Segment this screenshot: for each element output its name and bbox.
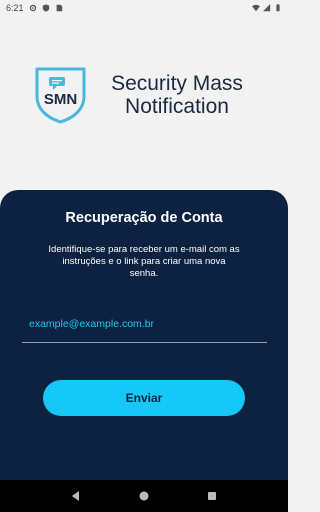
app-title-line1: Security Mass	[111, 72, 243, 95]
battery-icon	[276, 4, 280, 12]
email-field[interactable]: example@example.com.br	[22, 317, 267, 343]
home-icon[interactable]	[139, 491, 149, 501]
status-bar: 6:21	[0, 0, 288, 16]
gear-icon	[29, 4, 36, 12]
app-title: Security Mass Notification	[99, 72, 255, 118]
status-time: 6:21	[6, 3, 24, 13]
page-title: Recuperação de Conta	[65, 210, 223, 226]
navigation-bar	[0, 480, 288, 512]
back-icon[interactable]	[71, 491, 81, 501]
shield-icon	[42, 4, 49, 12]
sim-card-icon	[56, 4, 62, 12]
logo-text: SMN	[44, 91, 77, 108]
recents-icon[interactable]	[207, 491, 217, 501]
instructions-text: Identifique-se para receber um e-mail co…	[48, 244, 240, 279]
smn-shield-logo-icon: SMN	[35, 67, 86, 124]
app-title-line2: Notification	[125, 95, 229, 118]
signal-icon	[263, 4, 271, 12]
wifi-icon	[252, 4, 260, 12]
send-button[interactable]: Enviar	[43, 380, 245, 416]
recovery-card: Recuperação de Conta Identifique-se para…	[0, 190, 288, 480]
app-logo: SMN Security Mass Notification	[33, 66, 255, 124]
